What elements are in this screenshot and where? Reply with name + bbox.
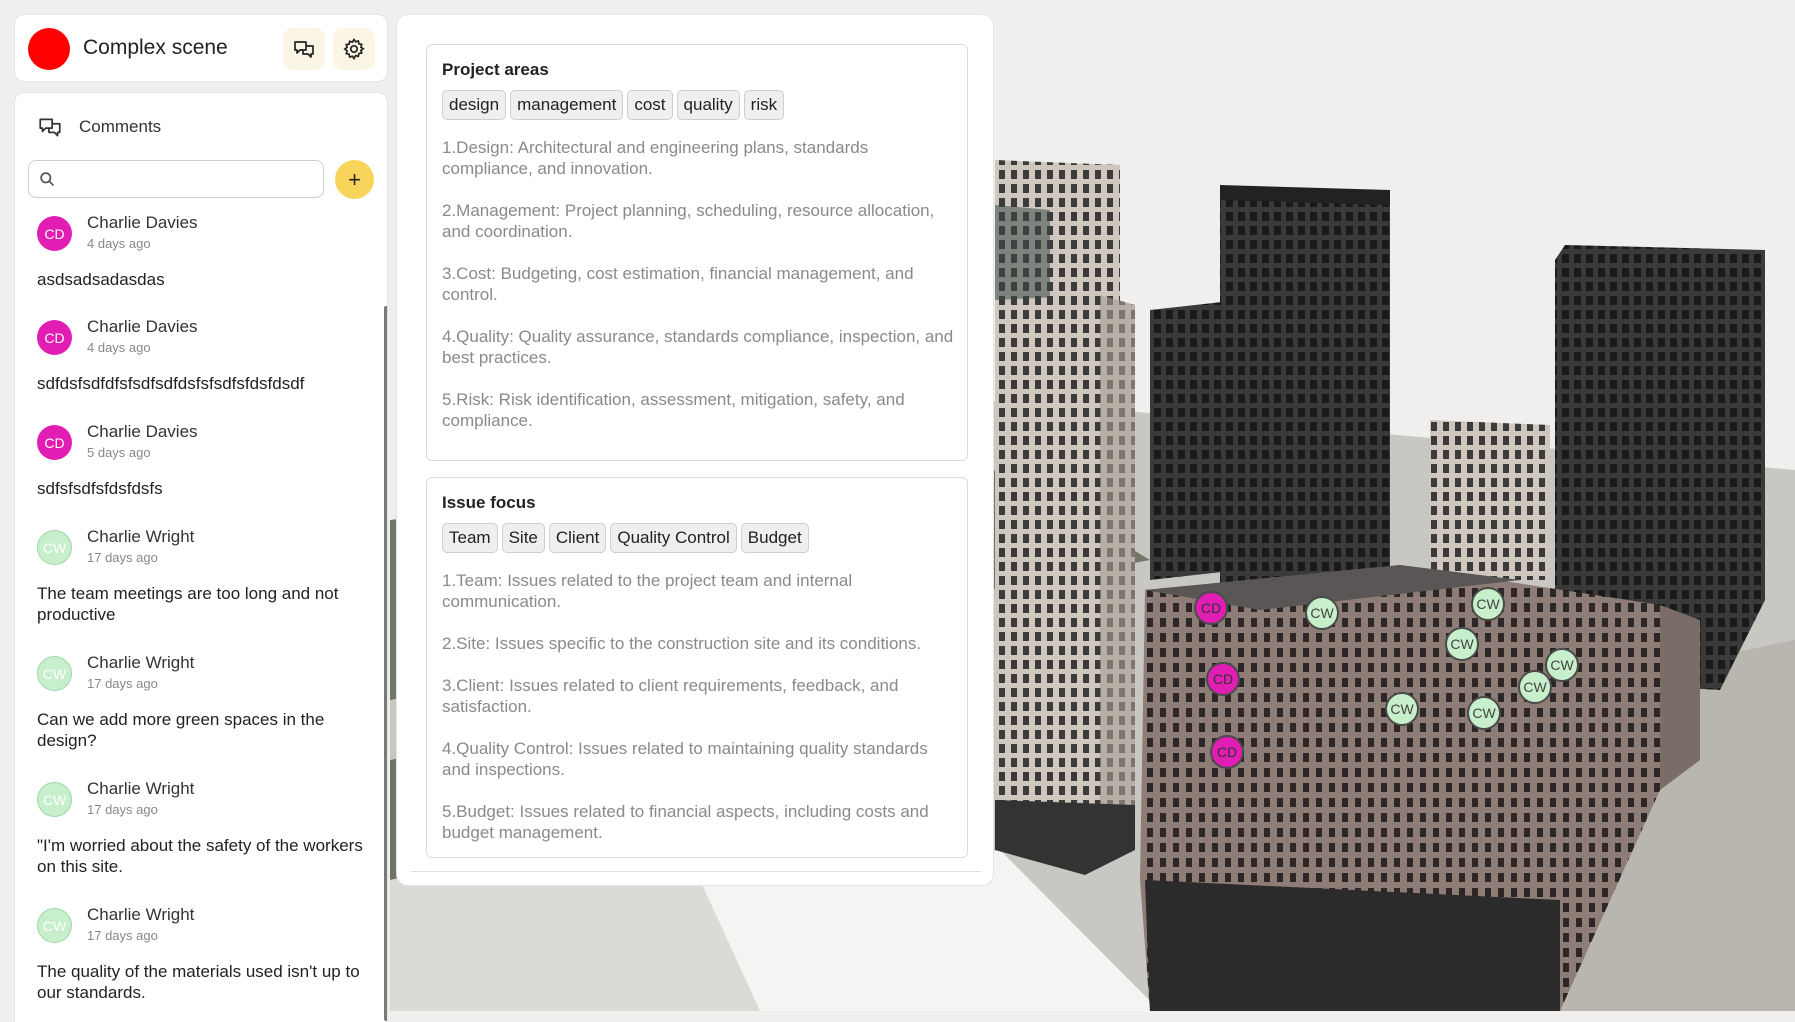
tag-quality[interactable]: quality bbox=[676, 90, 740, 120]
comment-marker[interactable]: CD bbox=[1206, 662, 1240, 696]
issue-focus-description: 3.Client: Issues related to client requi… bbox=[442, 676, 899, 716]
chat-bubbles-icon bbox=[294, 41, 314, 58]
project-areas-title: Project areas bbox=[442, 60, 549, 79]
search-field[interactable] bbox=[28, 160, 324, 199]
avatar: CW bbox=[37, 908, 72, 943]
tag-site[interactable]: Site bbox=[501, 523, 545, 553]
project-area-description: 1.Design: Architectural and engineering … bbox=[442, 138, 869, 178]
comment-time: 17 days ago bbox=[87, 802, 158, 817]
comment-item[interactable]: CW Charlie Wright 17 days ago The team m… bbox=[15, 524, 373, 650]
issue-focus-description: 2.Site: Issues specific to the construct… bbox=[442, 634, 922, 653]
tag-management[interactable]: management bbox=[510, 90, 624, 120]
comment-time: 17 days ago bbox=[87, 676, 158, 691]
comments-heading: Comments bbox=[79, 117, 162, 136]
comment-author: Charlie Davies bbox=[87, 213, 198, 232]
comment-time: 17 days ago bbox=[87, 928, 158, 943]
tag-client[interactable]: Client bbox=[548, 523, 607, 553]
issue-focus-description: 4.Quality Control: Issues related to mai… bbox=[442, 739, 928, 779]
comment-item[interactable]: CW Charlie Wright 17 days ago "I'm worri… bbox=[15, 776, 373, 902]
comment-text: Can we add more green spaces in the desi… bbox=[37, 710, 325, 750]
issue-focus-description: 5.Budget: Issues related to financial as… bbox=[442, 802, 929, 842]
comment-marker[interactable]: CW bbox=[1545, 648, 1579, 682]
comment-marker[interactable]: CW bbox=[1518, 670, 1552, 704]
issue-focus-description: 1.Team: Issues related to the project te… bbox=[442, 571, 853, 611]
divider bbox=[411, 871, 981, 872]
comment-marker[interactable]: CW bbox=[1471, 587, 1505, 621]
comment-time: 4 days ago bbox=[87, 236, 151, 251]
tag-team[interactable]: Team bbox=[442, 523, 498, 553]
avatar: CW bbox=[37, 782, 72, 817]
avatar: CD bbox=[37, 216, 72, 251]
tag-cost[interactable]: cost bbox=[627, 90, 673, 120]
comment-text: sdfsfsdfsfdsfdsfs bbox=[37, 479, 163, 498]
avatar: CD bbox=[37, 425, 72, 460]
issue-focus-box: Issue focus Team Site Client Quality Con… bbox=[426, 477, 968, 858]
comments-scrollbar[interactable] bbox=[384, 306, 387, 1021]
comment-marker[interactable]: CW bbox=[1305, 596, 1339, 630]
tag-design[interactable]: design bbox=[442, 90, 507, 120]
comments-toggle-button[interactable] bbox=[283, 28, 325, 70]
project-area-description: 2.Management: Project planning, scheduli… bbox=[442, 201, 935, 241]
gear-icon bbox=[343, 37, 365, 61]
project-areas-tags: design management cost quality risk bbox=[442, 90, 785, 120]
comment-marker[interactable]: CW bbox=[1445, 627, 1479, 661]
tag-budget[interactable]: Budget bbox=[740, 523, 809, 553]
comment-time: 17 days ago bbox=[87, 550, 158, 565]
issue-focus-title: Issue focus bbox=[442, 493, 536, 512]
app-header: Complex scene bbox=[14, 14, 388, 82]
comment-author: Charlie Wright bbox=[87, 653, 195, 672]
avatar: CD bbox=[37, 320, 72, 355]
comment-time: 4 days ago bbox=[87, 340, 151, 355]
comment-item[interactable]: CW Charlie Wright 17 days ago The qualit… bbox=[15, 902, 373, 1022]
search-input[interactable] bbox=[61, 161, 321, 199]
comments-panel: Comments + CD Charlie Davies 4 days ago … bbox=[14, 92, 388, 1022]
project-area-description: 4.Quality: Quality assurance, standards … bbox=[442, 327, 954, 367]
project-area-description: 5.Risk: Risk identification, assessment,… bbox=[442, 390, 905, 430]
app-logo bbox=[28, 28, 70, 70]
comment-author: Charlie Wright bbox=[87, 905, 195, 924]
comment-author: Charlie Davies bbox=[87, 422, 198, 441]
comment-text: The quality of the materials used isn't … bbox=[37, 962, 360, 1002]
comment-time: 5 days ago bbox=[87, 445, 151, 460]
comment-author: Charlie Wright bbox=[87, 779, 195, 798]
comment-marker[interactable]: CD bbox=[1194, 591, 1228, 625]
comment-item[interactable]: CD Charlie Davies 4 days ago asdsadsadas… bbox=[15, 210, 373, 314]
tag-quality-control[interactable]: Quality Control bbox=[610, 523, 737, 553]
info-panel: Project areas design management cost qua… bbox=[396, 14, 994, 886]
comment-text: sdfdsfsdfdfsfsdfsdfdsfsfsdfsfdsfdsdf bbox=[37, 374, 305, 393]
comment-text: The team meetings are too long and not p… bbox=[37, 584, 339, 624]
app-title: Complex scene bbox=[83, 36, 228, 59]
comments-header: Comments bbox=[37, 114, 161, 140]
comment-item[interactable]: CD Charlie Davies 5 days ago sdfsfsdfsfd… bbox=[15, 419, 373, 524]
comment-marker[interactable]: CW bbox=[1467, 696, 1501, 730]
comment-author: Charlie Wright bbox=[87, 527, 195, 546]
tag-risk[interactable]: risk bbox=[743, 90, 785, 120]
comment-item[interactable]: CW Charlie Wright 17 days ago Can we add… bbox=[15, 650, 373, 776]
project-area-description: 3.Cost: Budgeting, cost estimation, fina… bbox=[442, 264, 914, 304]
comment-marker[interactable]: CD bbox=[1210, 735, 1244, 769]
project-areas-box: Project areas design management cost qua… bbox=[426, 44, 968, 461]
issue-focus-tags: Team Site Client Quality Control Budget bbox=[442, 523, 809, 553]
comment-item[interactable]: CD Charlie Davies 4 days ago sdfdsfsdfdf… bbox=[15, 314, 373, 419]
add-comment-button[interactable]: + bbox=[335, 160, 374, 199]
avatar: CW bbox=[37, 530, 72, 565]
settings-button[interactable] bbox=[333, 28, 375, 70]
comment-marker[interactable]: CW bbox=[1385, 692, 1419, 726]
comment-text: "I'm worried about the safety of the wor… bbox=[37, 836, 363, 876]
search-icon bbox=[40, 172, 55, 187]
comment-text: asdsadsadasdas bbox=[37, 270, 165, 289]
chat-bubbles-icon bbox=[39, 118, 61, 137]
comment-list: CD Charlie Davies 4 days ago asdsadsadas… bbox=[15, 210, 373, 1022]
avatar: CW bbox=[37, 656, 72, 691]
comment-author: Charlie Davies bbox=[87, 317, 198, 336]
